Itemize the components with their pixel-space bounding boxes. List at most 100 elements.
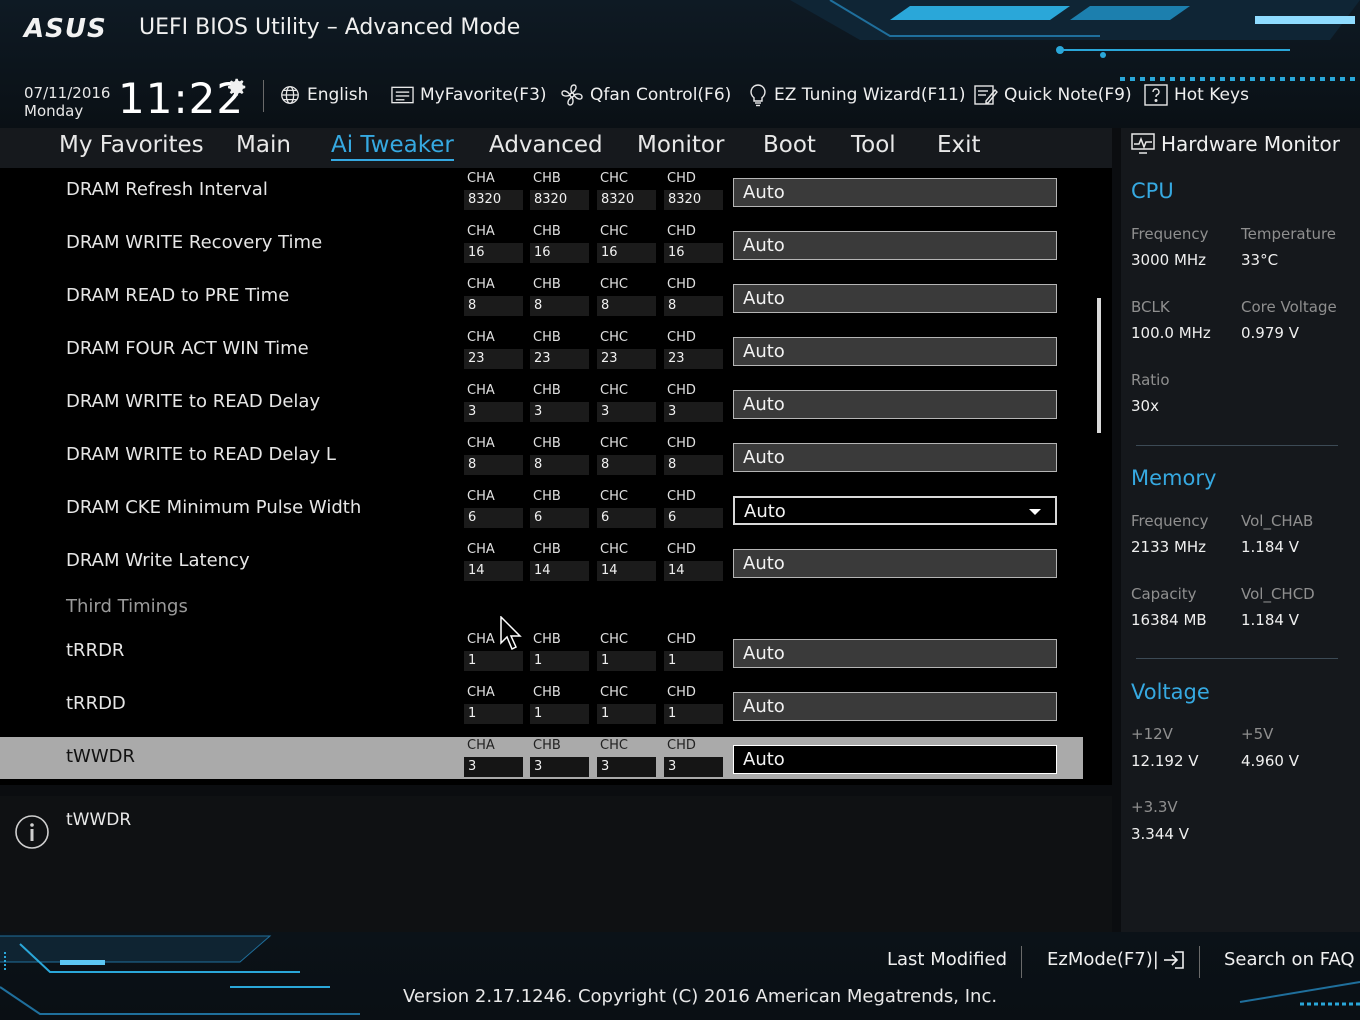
channel-header: CHB <box>533 436 561 451</box>
setting-row[interactable]: DRAM Refresh Interval CHA 8320 CHB 8320 CHC 83… <box>0 170 1083 212</box>
channel-cha: CHA 16 <box>464 223 523 265</box>
channel-value: 14 <box>597 561 656 581</box>
setting-value-field[interactable]: Auto <box>733 692 1057 721</box>
setting-value: Auto <box>743 394 785 415</box>
channel-value: 8320 <box>464 190 523 210</box>
setting-row[interactable]: DRAM WRITE Recovery Time CHA 16 CHB 16 CHC 16 C… <box>0 223 1083 265</box>
channel-chc: CHC 23 <box>597 329 656 371</box>
v5-value: 4.960 V <box>1241 752 1299 770</box>
tab-boot[interactable]: Boot <box>763 132 816 158</box>
ez-tuning-wizard-button[interactable]: EZ Tuning Wizard(F11) <box>748 84 966 107</box>
app-title: UEFI BIOS Utility – Advanced Mode <box>139 15 521 40</box>
hardware-monitor-title: Hardware Monitor <box>1131 132 1340 156</box>
vol-chab-label: Vol_CHAB <box>1241 512 1314 530</box>
channel-chd: CHD 6 <box>664 488 723 530</box>
ratio-value: 30x <box>1131 397 1159 415</box>
tab-tool[interactable]: Tool <box>851 132 896 158</box>
tab-my-favorites[interactable]: My Favorites <box>59 132 204 158</box>
channel-chc: CHC 8 <box>597 276 656 318</box>
channel-value: 8320 <box>597 190 656 210</box>
setting-value-field[interactable]: Auto <box>733 231 1057 260</box>
setting-value-field[interactable]: Auto <box>733 639 1057 668</box>
settings-list[interactable]: DRAM Refresh Interval CHA 8320 CHB 8320 CHC 83… <box>0 168 1112 785</box>
channel-header: CHC <box>600 489 628 504</box>
channel-header: CHB <box>533 171 561 186</box>
setting-value-field[interactable]: Auto <box>733 443 1057 472</box>
hardware-monitor-panel: Hardware Monitor CPU Frequency Temperatu… <box>1121 128 1360 932</box>
tab-exit[interactable]: Exit <box>937 132 981 158</box>
channel-value: 8320 <box>664 190 723 210</box>
channel-header: CHD <box>667 632 696 647</box>
channel-value: 16 <box>597 243 656 263</box>
channel-header: CHA <box>467 685 495 700</box>
myfavorite-button[interactable]: MyFavorite(F3) <box>391 84 547 106</box>
footer-bar: Last Modified EzMode(F7)| Search on FAQ … <box>0 932 1360 1020</box>
channel-header: CHC <box>600 277 628 292</box>
setting-row[interactable]: DRAM FOUR ACT WIN Time CHA 23 CHB 23 CHC 23 CHD… <box>0 329 1083 371</box>
quick-note-button[interactable]: Quick Note(F9) <box>974 84 1132 106</box>
tab-advanced[interactable]: Advanced <box>489 132 603 158</box>
last-modified-button[interactable]: Last Modified <box>887 949 1007 970</box>
vol-chcd-label: Vol_CHCD <box>1241 585 1315 603</box>
channel-header: CHA <box>467 542 495 557</box>
channel-value: 8 <box>597 296 656 316</box>
gear-icon[interactable] <box>226 76 248 98</box>
channel-value: 14 <box>464 561 523 581</box>
vol-chab-value: 1.184 V <box>1241 538 1299 556</box>
channel-chc: CHC 14 <box>597 541 656 583</box>
channel-chb: CHB 1 <box>530 684 589 726</box>
channel-header: CHA <box>467 489 495 504</box>
scrollbar[interactable] <box>1097 298 1101 433</box>
note-icon <box>974 85 998 105</box>
channel-chd: CHD 14 <box>664 541 723 583</box>
setting-dropdown[interactable]: Auto <box>733 496 1057 525</box>
header-dash-decoration <box>1120 77 1360 81</box>
channel-cha: CHA 6 <box>464 488 523 530</box>
fan-icon <box>561 84 583 106</box>
channel-value: 23 <box>530 349 589 369</box>
channel-cha: CHA 8 <box>464 276 523 318</box>
ezmode-button[interactable]: EzMode(F7)| <box>1047 949 1185 970</box>
channel-header: CHA <box>467 436 495 451</box>
tab-monitor[interactable]: Monitor <box>637 132 724 158</box>
v33-value: 3.344 V <box>1131 825 1189 843</box>
channel-value: 1 <box>664 651 723 671</box>
quick-note-label: Quick Note(F9) <box>1004 85 1132 105</box>
channel-value: 8320 <box>530 190 589 210</box>
setting-label: DRAM FOUR ACT WIN Time <box>66 338 309 359</box>
setting-value-field[interactable]: Auto <box>733 549 1057 578</box>
cpu-temperature-value: 33°C <box>1241 251 1279 269</box>
setting-row[interactable]: DRAM WRITE to READ Delay CHA 3 CHB 3 CHC 3 CHD 3… <box>0 382 1083 424</box>
setting-value-field[interactable]: Auto <box>733 745 1057 774</box>
setting-row[interactable]: DRAM Write Latency CHA 14 CHB 14 CHC 14 CHD 14 Au… <box>0 541 1083 583</box>
channel-value: 8 <box>664 296 723 316</box>
setting-row[interactable]: tRRDD CHA 1 CHB 1 CHC 1 CHD 1 Auto <box>0 684 1083 726</box>
main-nav: My Favorites Main Ai Tweaker Advanced Mo… <box>0 128 1112 168</box>
channel-value: 1 <box>664 704 723 724</box>
channel-value: 8 <box>464 296 523 316</box>
channel-header: CHC <box>600 171 628 186</box>
setting-value-field[interactable]: Auto <box>733 390 1057 419</box>
search-faq-button[interactable]: Search on FAQ <box>1224 949 1355 970</box>
setting-row[interactable]: DRAM CKE Minimum Pulse Width CHA 6 CHB 6 CHC 6… <box>0 488 1083 530</box>
setting-row[interactable]: DRAM READ to PRE Time CHA 8 CHB 8 CHC 8 CHD 8 Aut… <box>0 276 1083 318</box>
tab-main[interactable]: Main <box>236 132 291 158</box>
tab-ai-tweaker[interactable]: Ai Tweaker <box>331 132 454 161</box>
channel-chd: CHD 1 <box>664 631 723 673</box>
setting-label: DRAM READ to PRE Time <box>66 285 290 306</box>
qfan-control-button[interactable]: Qfan Control(F6) <box>560 84 731 106</box>
setting-value-field[interactable]: Auto <box>733 178 1057 207</box>
setting-row[interactable]: tRRDR CHA 1 CHB 1 CHC 1 CHD 1 Auto <box>0 631 1083 673</box>
cpu-frequency-value: 3000 MHz <box>1131 251 1207 269</box>
channel-cha: CHA 8 <box>464 435 523 477</box>
channel-value: 3 <box>597 402 656 422</box>
channel-value: 1 <box>597 651 656 671</box>
hot-keys-label: Hot Keys <box>1174 85 1249 105</box>
setting-row[interactable]: tWWDR CHA 3 CHB 3 CHC 3 CHD 3 Auto <box>0 737 1083 779</box>
setting-value-field[interactable]: Auto <box>733 337 1057 366</box>
hot-keys-button[interactable]: Hot Keys <box>1144 84 1249 106</box>
channel-value: 14 <box>530 561 589 581</box>
setting-row[interactable]: DRAM WRITE to READ Delay L CHA 8 CHB 8 CHC 8 CH… <box>0 435 1083 477</box>
setting-value-field[interactable]: Auto <box>733 284 1057 313</box>
language-button[interactable]: English <box>279 84 368 106</box>
